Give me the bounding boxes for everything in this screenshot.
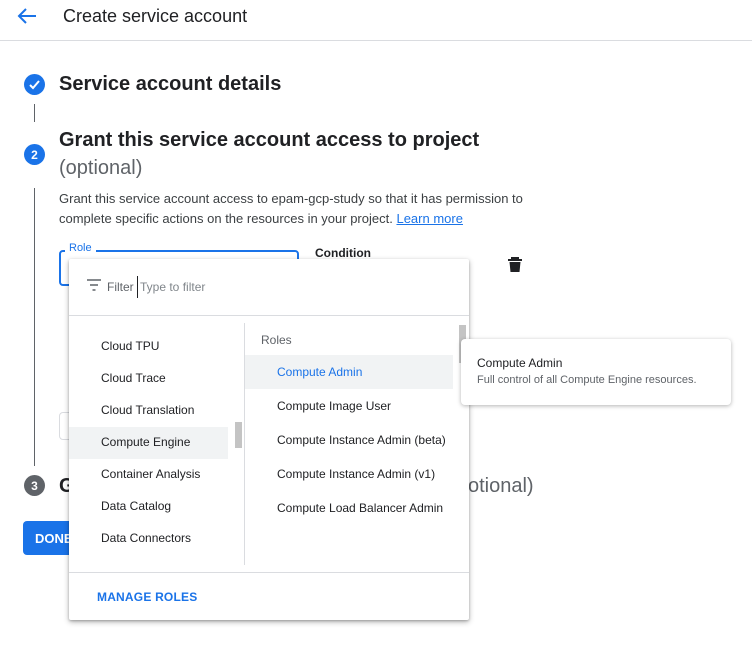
service-list: Cloud TPU Cloud Trace Cloud Translation … [69,331,244,555]
service-item-cloud-tpu[interactable]: Cloud TPU [69,331,244,363]
check-icon [24,74,45,95]
tooltip-title: Compute Admin [477,356,563,370]
service-item-data-catalog[interactable]: Data Catalog [69,491,244,523]
service-list-scrollbar[interactable] [235,422,242,448]
step1-title[interactable]: Service account details [59,73,281,96]
roles-list: Compute Admin Compute Image User Compute… [245,355,453,525]
role-field-label: Role [65,242,96,254]
step2-optional-label: (optional) [59,157,143,179]
service-item-container-analysis[interactable]: Container Analysis [69,459,244,491]
service-item-data-connectors[interactable]: Data Connectors [69,523,244,555]
dropdown-footer: MANAGE ROLES [69,572,469,620]
filter-icon [86,278,102,292]
service-item-cloud-translation[interactable]: Cloud Translation [69,395,244,427]
service-item-cloud-trace[interactable]: Cloud Trace [69,363,244,395]
page-title: Create service account [63,6,248,26]
trash-icon[interactable] [506,255,524,273]
role-item-compute-instance-admin-beta[interactable]: Compute Instance Admin (beta) [245,423,453,457]
app-header: Create service account [0,0,752,41]
role-item-compute-instance-admin-v1[interactable]: Compute Instance Admin (v1) [245,457,453,491]
learn-more-link[interactable]: Learn more [396,211,462,226]
role-item-compute-admin[interactable]: Compute Admin [245,355,453,389]
step3-title-optional: otional) [468,475,534,497]
condition-label: Condition [315,246,371,260]
step2-title: Grant this service account access to pro… [59,129,480,151]
role-description-tooltip: Compute Admin Full control of all Comput… [461,339,731,405]
step-connector [34,104,35,122]
filter-bar: Filter [69,259,469,316]
roles-heading: Roles [261,333,292,347]
manage-roles-button[interactable]: MANAGE ROLES [97,590,197,604]
service-item-compute-engine[interactable]: Compute Engine [69,427,228,459]
step2-description: Grant this service account access to epa… [59,189,539,229]
arrow-back-icon[interactable] [14,4,40,28]
role-item-compute-image-user[interactable]: Compute Image User [245,389,453,423]
step3-number: 3 [24,475,45,496]
step-connector [34,188,35,466]
tooltip-description: Full control of all Compute Engine resou… [477,374,697,386]
filter-label: Filter [107,280,134,294]
role-item-compute-load-balancer-admin[interactable]: Compute Load Balancer Admin [245,491,453,525]
step2-number: 2 [24,144,45,165]
role-dropdown-panel: Filter Cloud TPU Cloud Trace Cloud Trans… [69,259,469,620]
filter-input[interactable] [137,276,437,298]
